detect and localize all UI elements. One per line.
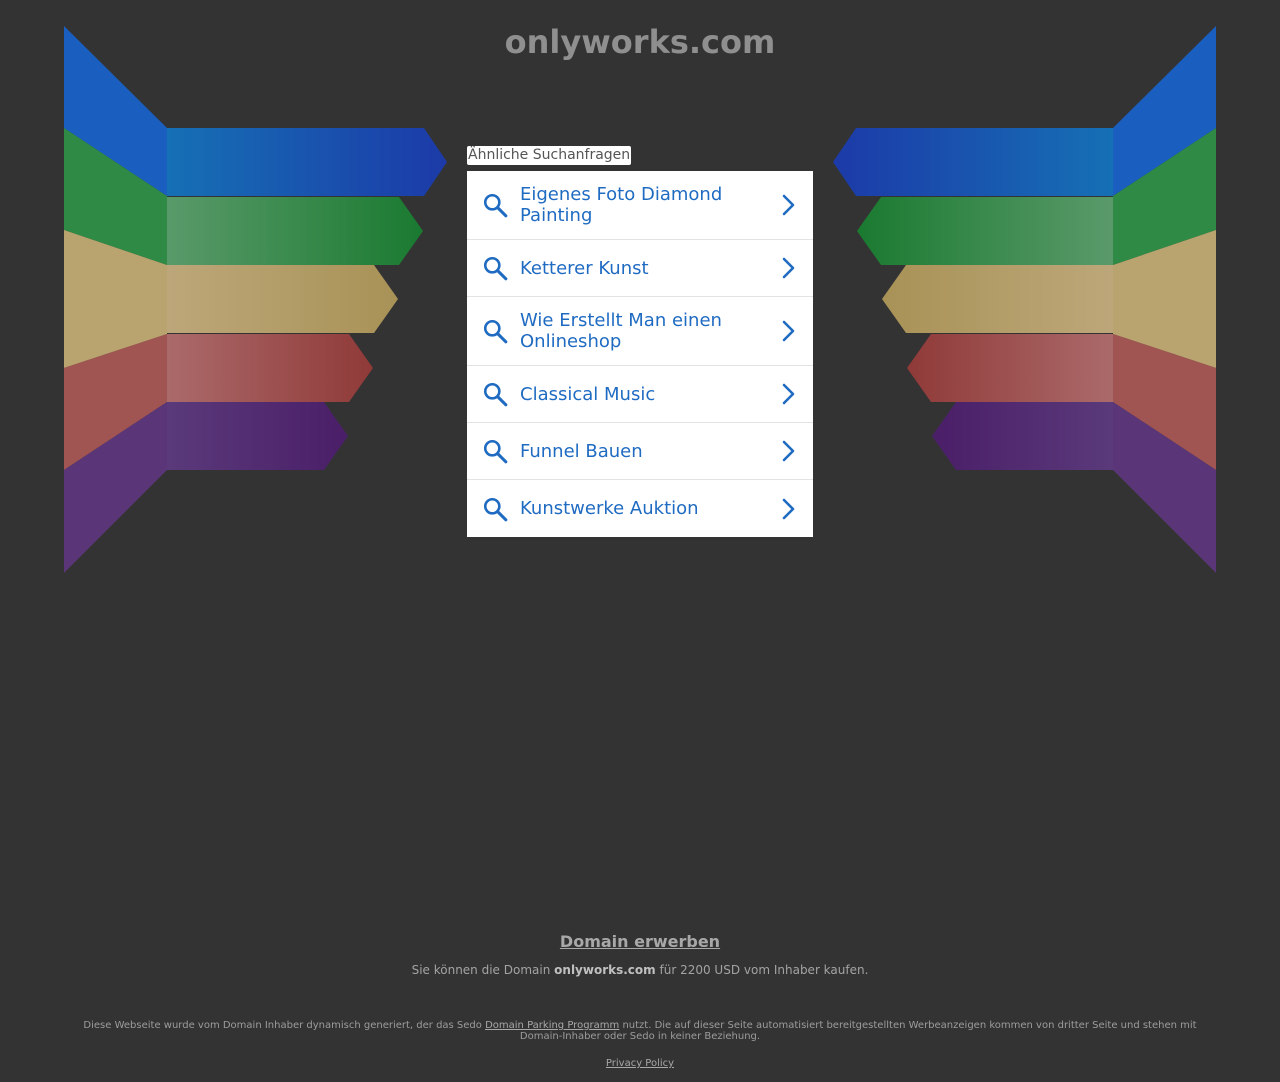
disclaimer-after: nutzt. Die auf dieser Seite automatisier…: [519, 1020, 1197, 1042]
privacy-section: Privacy Policy: [0, 1058, 1280, 1070]
related-search-item[interactable]: Wie Erstellt Man einen Onlineshop: [467, 297, 813, 366]
decorative-ribbons: [64, 26, 1216, 573]
chevron-right-icon: [782, 440, 795, 462]
search-icon: [483, 439, 508, 464]
search-icon: [483, 319, 508, 344]
chevron-right-icon: [782, 194, 795, 216]
parking-page: onlyworks.com Ähnliche Suchanfragen Eige…: [0, 0, 1280, 1082]
related-search-item[interactable]: Funnel Bauen: [467, 423, 813, 480]
disclaimer-text: Diese Webseite wurde vom Domain Inhaber …: [80, 1020, 1200, 1042]
search-icon: [483, 497, 508, 521]
chevron-right-icon: [782, 383, 795, 405]
related-searches-list: Eigenes Foto Diamond Painting Ketterer K…: [467, 171, 813, 537]
related-search-label: Funnel Bauen: [520, 440, 643, 462]
related-search-label: Ketterer Kunst: [520, 257, 649, 279]
related-search-item[interactable]: Ketterer Kunst: [467, 240, 813, 297]
search-icon: [483, 193, 508, 218]
chevron-right-icon: [782, 320, 795, 342]
privacy-policy-link[interactable]: Privacy Policy: [606, 1058, 674, 1069]
buy-domain-link[interactable]: Domain erwerben: [560, 932, 720, 951]
search-icon: [483, 382, 508, 407]
disclaimer-before: Diese Webseite wurde vom Domain Inhaber …: [83, 1020, 482, 1031]
buy-domain-name: onlyworks.com: [554, 963, 656, 977]
site-title: onlyworks.com: [504, 23, 776, 61]
related-search-label: Wie Erstellt Man einen Onlineshop: [520, 310, 722, 352]
chevron-right-icon: [782, 498, 795, 519]
buy-text-before: Sie können die Domain: [411, 963, 551, 977]
chevron-right-icon: [782, 257, 795, 279]
related-search-item[interactable]: Eigenes Foto Diamond Painting: [467, 171, 813, 240]
domain-parking-link[interactable]: Domain Parking Programm: [485, 1020, 619, 1031]
buy-domain-text: Sie können die Domain onlyworks.com für …: [0, 962, 1280, 978]
related-search-item[interactable]: Classical Music: [467, 366, 813, 423]
search-icon: [483, 256, 508, 281]
related-search-label: Eigenes Foto Diamond Painting: [520, 184, 723, 226]
buy-domain-section: Domain erwerben: [0, 932, 1280, 951]
related-searches-heading: Ähnliche Suchanfragen: [467, 146, 632, 165]
buy-text-after: für 2200 USD vom Inhaber kaufen.: [659, 963, 869, 977]
related-search-label: Kunstwerke Auktion: [520, 498, 699, 519]
related-search-label: Classical Music: [520, 383, 656, 405]
related-search-item[interactable]: Kunstwerke Auktion: [467, 480, 813, 537]
